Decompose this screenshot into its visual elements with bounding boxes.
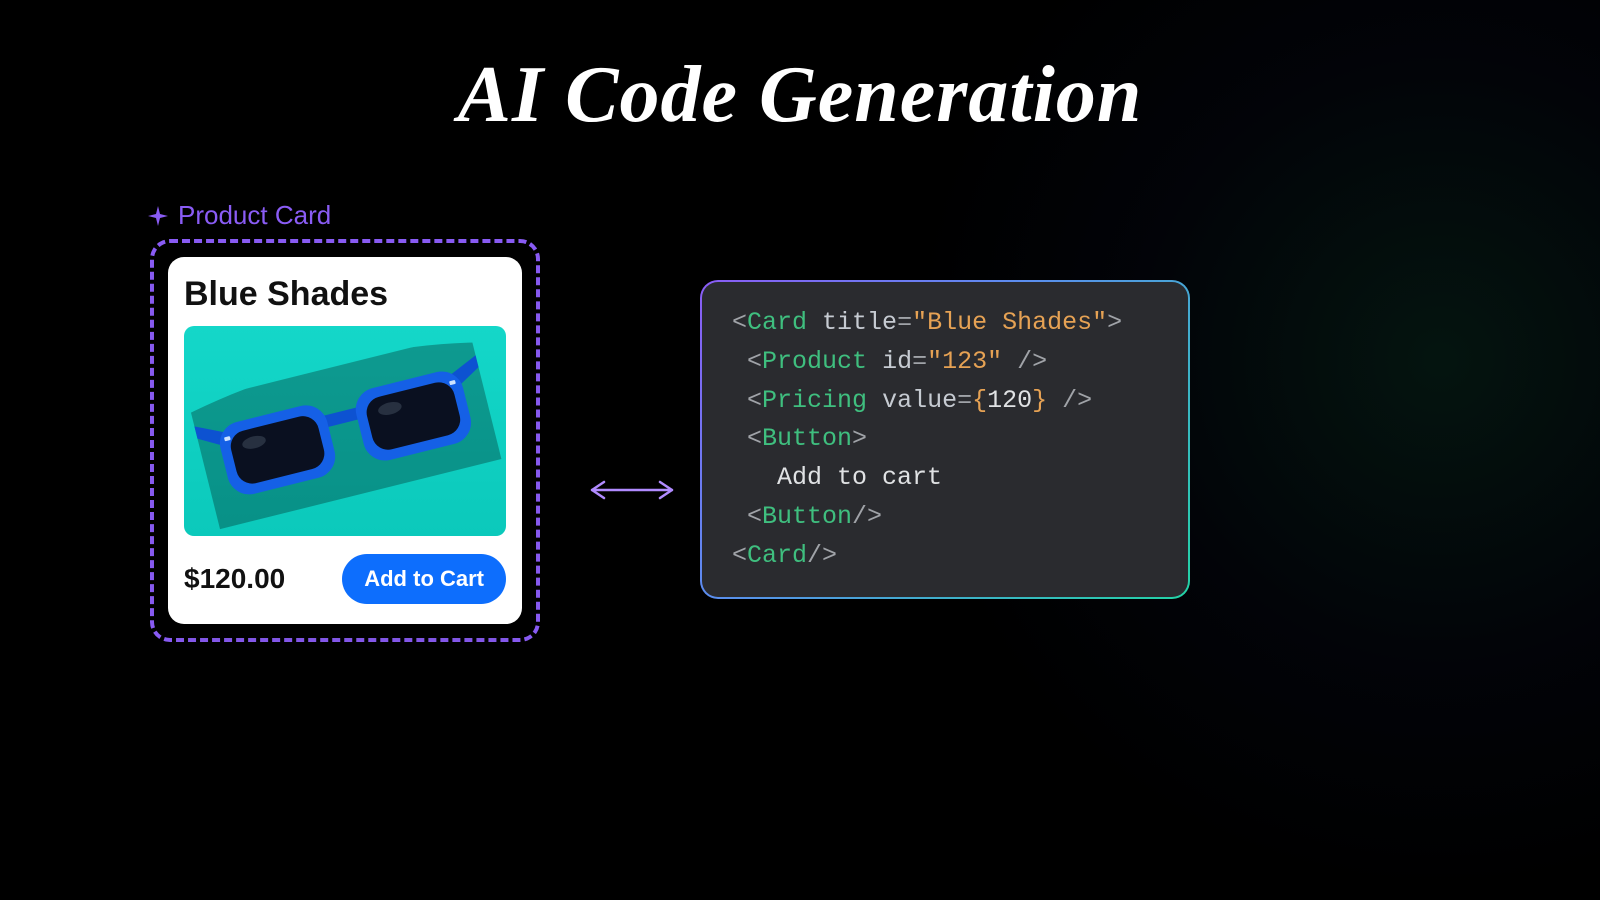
bidirectional-arrow-icon [582, 470, 682, 515]
page-title: AI Code Generation [0, 50, 1600, 141]
product-image [184, 326, 506, 536]
code-content: <Card title="Blue Shades"> <Product id="… [702, 282, 1188, 597]
component-icon [146, 204, 170, 228]
component-label-text: Product Card [178, 200, 331, 231]
product-card-component: Product Card Blue Shades [150, 200, 540, 642]
product-card: Blue Shades [168, 257, 522, 624]
card-footer: $120.00 Add to Cart [184, 554, 506, 604]
sunglasses-icon [189, 333, 502, 529]
add-to-cart-button[interactable]: Add to Cart [342, 554, 506, 604]
component-label: Product Card [146, 200, 540, 231]
component-selection-frame: Blue Shades [150, 239, 540, 642]
product-title: Blue Shades [184, 275, 506, 314]
product-price: $120.00 [184, 563, 285, 595]
code-block: <Card title="Blue Shades"> <Product id="… [700, 280, 1190, 599]
